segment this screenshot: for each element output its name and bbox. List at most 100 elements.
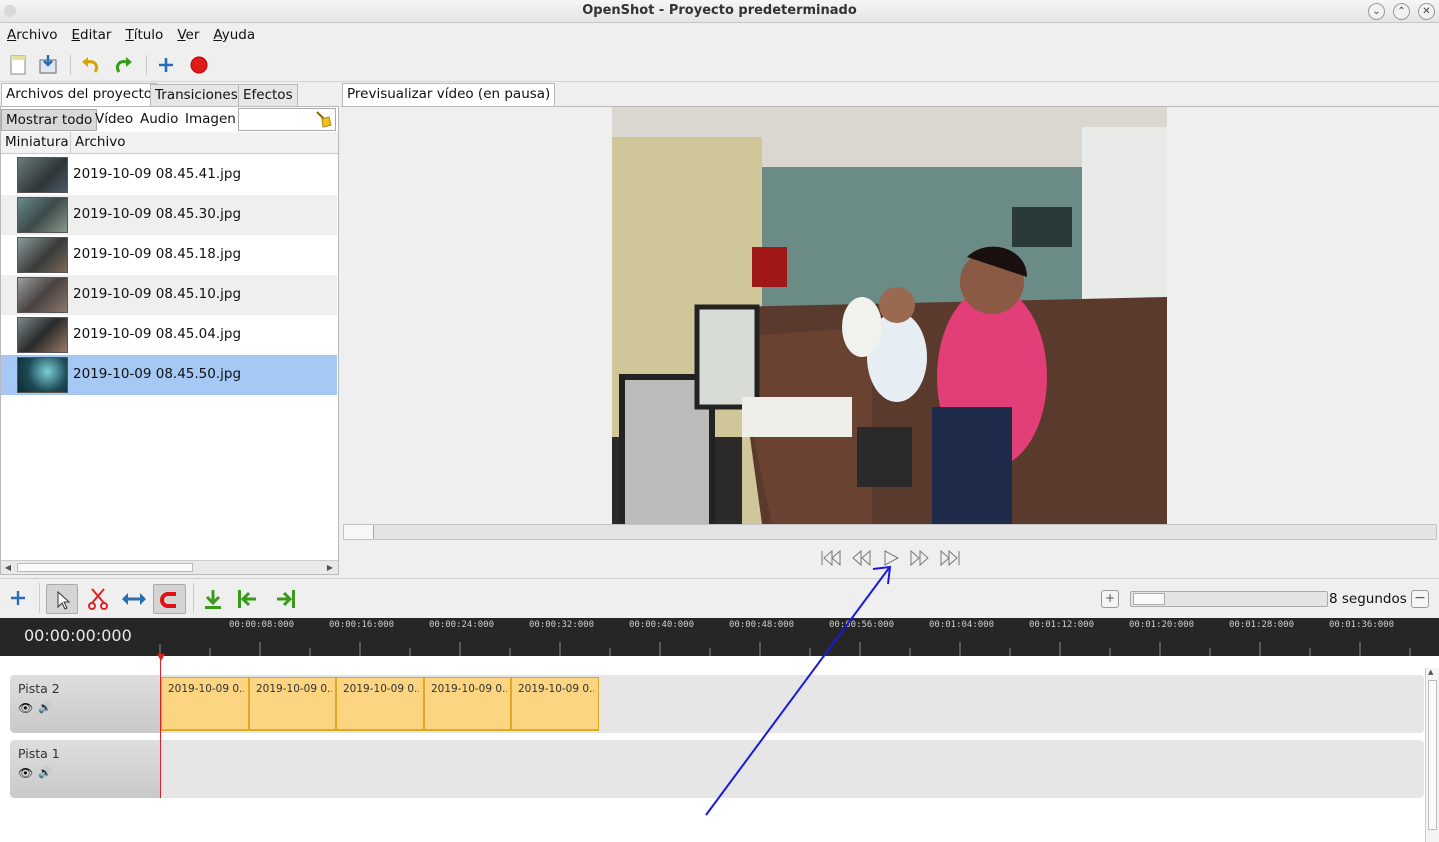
- move-tool-icon[interactable]: [121, 589, 147, 609]
- file-thumbnail: [17, 317, 68, 353]
- eye-icon[interactable]: 👁: [18, 701, 33, 715]
- magnet-icon: [160, 592, 176, 608]
- tab-preview-label: Previsualizar vídeo (en pausa): [347, 86, 551, 102]
- filter-audio[interactable]: Audio: [136, 109, 182, 131]
- timeline-clip[interactable]: 2019-10-09 0...: [424, 677, 511, 731]
- menu-editar[interactable]: Editar: [71, 27, 111, 43]
- window-title: OpenShot - Proyecto predeterminado: [582, 3, 857, 18]
- menu-ver[interactable]: Ver: [177, 27, 199, 43]
- scroll-right-icon[interactable]: ▶: [324, 562, 336, 574]
- jump-start-icon[interactable]: [820, 549, 842, 567]
- track-pista-1[interactable]: [10, 740, 1424, 798]
- clear-search-icon[interactable]: [313, 110, 333, 128]
- tab-project-files[interactable]: Archivos del proyecto: [1, 83, 158, 106]
- menu-archivo[interactable]: Archivo: [7, 27, 57, 43]
- select-tool-button[interactable]: [46, 584, 78, 614]
- filter-image[interactable]: Imagen: [181, 109, 240, 131]
- tab-effects[interactable]: Efectos: [238, 84, 298, 107]
- filter-show-all[interactable]: Mostrar todo: [1, 109, 98, 131]
- previous-marker-icon[interactable]: [236, 588, 260, 610]
- redo-icon[interactable]: [113, 54, 135, 76]
- preview-seekbar[interactable]: [343, 524, 1437, 540]
- filter-video-label: Vídeo: [95, 111, 134, 127]
- menu-ayuda[interactable]: Ayuda: [213, 27, 255, 43]
- add-track-icon[interactable]: [8, 588, 28, 608]
- speaker-icon[interactable]: 🔊: [38, 766, 52, 779]
- tab-preview[interactable]: Previsualizar vídeo (en pausa): [342, 83, 556, 106]
- save-project-icon[interactable]: [37, 54, 59, 76]
- undo-icon[interactable]: [79, 54, 101, 76]
- file-list-scrollbar[interactable]: ◀ ▶: [1, 560, 338, 574]
- menu-titulo[interactable]: Título: [125, 27, 163, 43]
- new-project-icon[interactable]: [7, 54, 29, 76]
- column-thumbnail-label: Miniatura: [5, 134, 69, 150]
- file-list-header: Miniatura Archivo: [1, 132, 338, 154]
- file-thumbnail: [17, 237, 68, 273]
- file-row[interactable]: 2019-10-09 08.45.04.jpg: [1, 315, 337, 355]
- filter-image-label: Imagen: [185, 111, 236, 127]
- eye-icon[interactable]: 👁: [18, 766, 33, 780]
- clip-label: 2019-10-09 0...: [168, 683, 244, 695]
- timeline-vertical-scrollbar[interactable]: ▲: [1425, 668, 1439, 842]
- pointer-icon: [57, 590, 71, 610]
- import-files-icon[interactable]: [155, 54, 177, 76]
- file-row-selected[interactable]: 2019-10-09 08.45.50.jpg: [1, 355, 337, 395]
- fast-forward-icon[interactable]: [909, 549, 931, 567]
- zoom-in-icon[interactable]: +: [1101, 590, 1119, 608]
- window-titlebar: OpenShot - Proyecto predeterminado: [0, 0, 1439, 23]
- file-row[interactable]: 2019-10-09 08.45.18.jpg: [1, 235, 337, 275]
- next-marker-icon[interactable]: [273, 588, 297, 610]
- clip-label: 2019-10-09 0...: [256, 683, 332, 695]
- file-row[interactable]: 2019-10-09 08.45.30.jpg: [1, 195, 337, 235]
- snapping-toggle-button[interactable]: [153, 584, 186, 614]
- zoom-out-icon[interactable]: −: [1411, 590, 1429, 608]
- menubar: Archivo Editar Título Ver Ayuda: [0, 23, 1439, 47]
- filter-audio-label: Audio: [140, 111, 179, 127]
- scrollbar-thumb[interactable]: [1428, 680, 1437, 830]
- export-video-icon[interactable]: [188, 54, 210, 76]
- seekbar-handle[interactable]: [344, 525, 374, 539]
- timeline-clip[interactable]: 2019-10-09 0...: [511, 677, 599, 731]
- scroll-up-icon[interactable]: ▲: [1428, 668, 1433, 676]
- play-icon[interactable]: [880, 549, 902, 567]
- zoom-slider-handle[interactable]: [1133, 593, 1165, 605]
- video-frame-image: [612, 107, 1167, 524]
- timeline-clip[interactable]: 2019-10-09 0...: [161, 677, 249, 731]
- tab-project-files-label: Archivos del proyecto: [6, 86, 153, 102]
- file-name: 2019-10-09 08.45.50.jpg: [73, 366, 242, 382]
- razor-tool-icon[interactable]: [87, 587, 109, 611]
- timeline-ruler[interactable]: 00:00:00:000 00:00:08:000 00:00:16:000 0…: [0, 618, 1439, 656]
- clip-label: 2019-10-09 0...: [343, 683, 419, 695]
- minimize-icon[interactable]: ⌄: [1368, 3, 1385, 20]
- file-row[interactable]: 2019-10-09 08.45.41.jpg: [1, 155, 337, 195]
- track-header[interactable]: Pista 1 👁 🔊: [10, 740, 160, 798]
- maximize-icon[interactable]: ⌃: [1393, 3, 1410, 20]
- rewind-icon[interactable]: [850, 549, 872, 567]
- zoom-slider[interactable]: [1130, 591, 1328, 607]
- file-thumbnail: [17, 277, 68, 313]
- file-thumbnail: [17, 157, 68, 193]
- window-menu-icon[interactable]: [4, 5, 16, 17]
- timeline-clip[interactable]: 2019-10-09 0...: [249, 677, 336, 731]
- track-name: Pista 1: [18, 746, 60, 761]
- scroll-left-icon[interactable]: ◀: [2, 562, 14, 574]
- column-file[interactable]: Archivo: [71, 132, 338, 154]
- filter-video[interactable]: Vídeo: [91, 109, 137, 131]
- playhead-marker[interactable]: [157, 654, 165, 661]
- timeline-clip[interactable]: 2019-10-09 0...: [336, 677, 424, 731]
- track-name: Pista 2: [18, 681, 60, 696]
- close-icon[interactable]: ✕: [1418, 3, 1435, 20]
- playhead-line[interactable]: [160, 655, 161, 798]
- tab-transitions[interactable]: Transiciones: [150, 84, 243, 107]
- track-header[interactable]: Pista 2 👁 🔊: [10, 675, 160, 733]
- add-marker-icon[interactable]: [202, 588, 224, 610]
- ruler-ticks: [159, 642, 1411, 656]
- file-row[interactable]: 2019-10-09 08.45.10.jpg: [1, 275, 337, 315]
- scrollbar-thumb[interactable]: [17, 563, 193, 572]
- file-thumbnail: [17, 357, 68, 393]
- video-preview: [612, 107, 1167, 524]
- column-thumbnail[interactable]: Miniatura: [1, 132, 71, 154]
- file-name: 2019-10-09 08.45.41.jpg: [73, 166, 242, 182]
- jump-end-icon[interactable]: [939, 549, 961, 567]
- speaker-icon[interactable]: 🔊: [38, 701, 52, 714]
